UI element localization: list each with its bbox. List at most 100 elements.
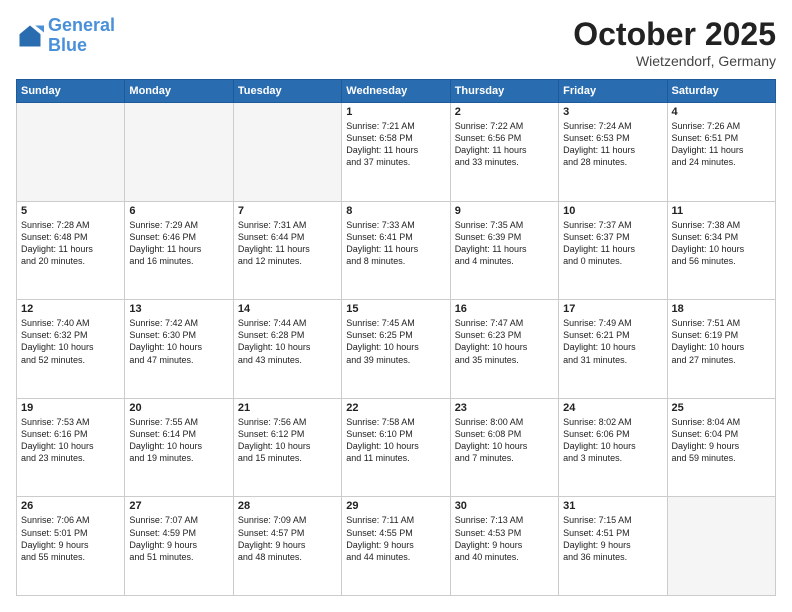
calendar-cell: 17 Sunrise: 7:49 AM Sunset: 6:21 PM Dayli… [559, 300, 667, 399]
calendar-cell: 3Sunrise: 7:24 AM Sunset: 6:53 PM Daylig… [559, 103, 667, 202]
day-detail: Sunrise: 7:40 AM Sunset: 6:32 PM Dayligh… [21, 317, 120, 366]
day-number: 15 [346, 303, 445, 315]
calendar-cell: 25 Sunrise: 8:04 AM Sunset: 6:04 PM Dayli… [667, 398, 775, 497]
day-detail: Sunrise: 7:47 AM Sunset: 6:23 PM Dayligh… [455, 317, 554, 366]
logo-icon [16, 22, 44, 50]
day-number: 22 [346, 402, 445, 414]
logo-text: General Blue [48, 16, 115, 56]
day-detail: Sunrise: 8:04 AM Sunset: 6:04 PM Dayligh… [672, 416, 771, 465]
calendar-cell: 21 Sunrise: 7:56 AM Sunset: 6:12 PM Dayli… [233, 398, 341, 497]
week-row-0: 1Sunrise: 7:21 AM Sunset: 6:58 PM Daylig… [17, 103, 776, 202]
day-number: 19 [21, 402, 120, 414]
calendar-cell: 26 Sunrise: 7:06 AM Sunset: 5:01 PM Dayli… [17, 497, 125, 596]
day-number: 16 [455, 303, 554, 315]
calendar-cell: 2Sunrise: 7:22 AM Sunset: 6:56 PM Daylig… [450, 103, 558, 202]
weekday-header-sunday: Sunday [17, 80, 125, 103]
calendar-cell: 15 Sunrise: 7:45 AM Sunset: 6:25 PM Dayli… [342, 300, 450, 399]
calendar-cell: 16 Sunrise: 7:47 AM Sunset: 6:23 PM Dayli… [450, 300, 558, 399]
day-detail: Sunrise: 7:26 AM Sunset: 6:51 PM Dayligh… [672, 120, 771, 169]
weekday-header-tuesday: Tuesday [233, 80, 341, 103]
day-number: 24 [563, 402, 662, 414]
day-detail: Sunrise: 8:00 AM Sunset: 6:08 PM Dayligh… [455, 416, 554, 465]
calendar-cell [17, 103, 125, 202]
week-row-3: 19 Sunrise: 7:53 AM Sunset: 6:16 PM Dayli… [17, 398, 776, 497]
day-detail: Sunrise: 8:02 AM Sunset: 6:06 PM Dayligh… [563, 416, 662, 465]
logo-blue: Blue [48, 35, 87, 55]
weekday-header-friday: Friday [559, 80, 667, 103]
calendar-cell: 4 Sunrise: 7:26 AM Sunset: 6:51 PM Daylig… [667, 103, 775, 202]
day-detail: Sunrise: 7:22 AM Sunset: 6:56 PM Dayligh… [455, 120, 554, 169]
weekday-header-saturday: Saturday [667, 80, 775, 103]
day-number: 27 [129, 500, 228, 512]
week-row-1: 5Sunrise: 7:28 AM Sunset: 6:48 PM Daylig… [17, 201, 776, 300]
calendar-cell [667, 497, 775, 596]
title-block: October 2025 Wietzendorf, Germany [573, 16, 776, 69]
calendar-cell: 6 Sunrise: 7:29 AM Sunset: 6:46 PM Daylig… [125, 201, 233, 300]
calendar-cell: 5Sunrise: 7:28 AM Sunset: 6:48 PM Daylig… [17, 201, 125, 300]
day-number: 4 [672, 106, 771, 118]
week-row-2: 12 Sunrise: 7:40 AM Sunset: 6:32 PM Dayli… [17, 300, 776, 399]
day-detail: Sunrise: 7:42 AM Sunset: 6:30 PM Dayligh… [129, 317, 228, 366]
calendar-cell: 27 Sunrise: 7:07 AM Sunset: 4:59 PM Dayli… [125, 497, 233, 596]
day-number: 21 [238, 402, 337, 414]
day-detail: Sunrise: 7:15 AM Sunset: 4:51 PM Dayligh… [563, 514, 662, 563]
day-detail: Sunrise: 7:58 AM Sunset: 6:10 PM Dayligh… [346, 416, 445, 465]
day-number: 23 [455, 402, 554, 414]
calendar-cell: 20 Sunrise: 7:55 AM Sunset: 6:14 PM Dayli… [125, 398, 233, 497]
day-detail: Sunrise: 7:56 AM Sunset: 6:12 PM Dayligh… [238, 416, 337, 465]
day-detail: Sunrise: 7:06 AM Sunset: 5:01 PM Dayligh… [21, 514, 120, 563]
day-detail: Sunrise: 7:38 AM Sunset: 6:34 PM Dayligh… [672, 219, 771, 268]
day-detail: Sunrise: 7:51 AM Sunset: 6:19 PM Dayligh… [672, 317, 771, 366]
calendar-table: SundayMondayTuesdayWednesdayThursdayFrid… [16, 79, 776, 596]
calendar-cell: 9Sunrise: 7:35 AM Sunset: 6:39 PM Daylig… [450, 201, 558, 300]
week-row-4: 26 Sunrise: 7:06 AM Sunset: 5:01 PM Dayli… [17, 497, 776, 596]
day-number: 26 [21, 500, 120, 512]
weekday-header-monday: Monday [125, 80, 233, 103]
day-number: 18 [672, 303, 771, 315]
day-detail: Sunrise: 7:07 AM Sunset: 4:59 PM Dayligh… [129, 514, 228, 563]
logo-general: General [48, 15, 115, 35]
day-number: 30 [455, 500, 554, 512]
calendar-cell: 14 Sunrise: 7:44 AM Sunset: 6:28 PM Dayli… [233, 300, 341, 399]
day-number: 6 [129, 205, 228, 217]
day-number: 25 [672, 402, 771, 414]
day-number: 13 [129, 303, 228, 315]
calendar-cell [233, 103, 341, 202]
calendar-cell: 7 Sunrise: 7:31 AM Sunset: 6:44 PM Daylig… [233, 201, 341, 300]
day-number: 8 [346, 205, 445, 217]
day-number: 9 [455, 205, 554, 217]
day-number: 31 [563, 500, 662, 512]
day-detail: Sunrise: 7:09 AM Sunset: 4:57 PM Dayligh… [238, 514, 337, 563]
weekday-header-thursday: Thursday [450, 80, 558, 103]
calendar-cell: 23 Sunrise: 8:00 AM Sunset: 6:08 PM Dayli… [450, 398, 558, 497]
day-number: 5 [21, 205, 120, 217]
calendar-cell: 28 Sunrise: 7:09 AM Sunset: 4:57 PM Dayli… [233, 497, 341, 596]
day-number: 12 [21, 303, 120, 315]
calendar-cell: 24 Sunrise: 8:02 AM Sunset: 6:06 PM Dayli… [559, 398, 667, 497]
calendar-cell: 31 Sunrise: 7:15 AM Sunset: 4:51 PM Dayli… [559, 497, 667, 596]
day-number: 20 [129, 402, 228, 414]
calendar-cell: 8 Sunrise: 7:33 AM Sunset: 6:41 PM Daylig… [342, 201, 450, 300]
calendar-cell: 19 Sunrise: 7:53 AM Sunset: 6:16 PM Dayli… [17, 398, 125, 497]
day-detail: Sunrise: 7:44 AM Sunset: 6:28 PM Dayligh… [238, 317, 337, 366]
month-title: October 2025 [573, 16, 776, 53]
day-number: 14 [238, 303, 337, 315]
day-detail: Sunrise: 7:45 AM Sunset: 6:25 PM Dayligh… [346, 317, 445, 366]
calendar-cell: 30Sunrise: 7:13 AM Sunset: 4:53 PM Dayli… [450, 497, 558, 596]
day-number: 7 [238, 205, 337, 217]
calendar-cell: 10Sunrise: 7:37 AM Sunset: 6:37 PM Dayli… [559, 201, 667, 300]
day-detail: Sunrise: 7:55 AM Sunset: 6:14 PM Dayligh… [129, 416, 228, 465]
day-detail: Sunrise: 7:49 AM Sunset: 6:21 PM Dayligh… [563, 317, 662, 366]
day-detail: Sunrise: 7:29 AM Sunset: 6:46 PM Dayligh… [129, 219, 228, 268]
day-number: 17 [563, 303, 662, 315]
day-detail: Sunrise: 7:11 AM Sunset: 4:55 PM Dayligh… [346, 514, 445, 563]
day-detail: Sunrise: 7:33 AM Sunset: 6:41 PM Dayligh… [346, 219, 445, 268]
calendar-cell: 29Sunrise: 7:11 AM Sunset: 4:55 PM Dayli… [342, 497, 450, 596]
day-detail: Sunrise: 7:53 AM Sunset: 6:16 PM Dayligh… [21, 416, 120, 465]
day-number: 28 [238, 500, 337, 512]
day-number: 11 [672, 205, 771, 217]
day-detail: Sunrise: 7:31 AM Sunset: 6:44 PM Dayligh… [238, 219, 337, 268]
day-detail: Sunrise: 7:21 AM Sunset: 6:58 PM Dayligh… [346, 120, 445, 169]
calendar-cell: 12 Sunrise: 7:40 AM Sunset: 6:32 PM Dayli… [17, 300, 125, 399]
day-detail: Sunrise: 7:37 AM Sunset: 6:37 PM Dayligh… [563, 219, 662, 268]
